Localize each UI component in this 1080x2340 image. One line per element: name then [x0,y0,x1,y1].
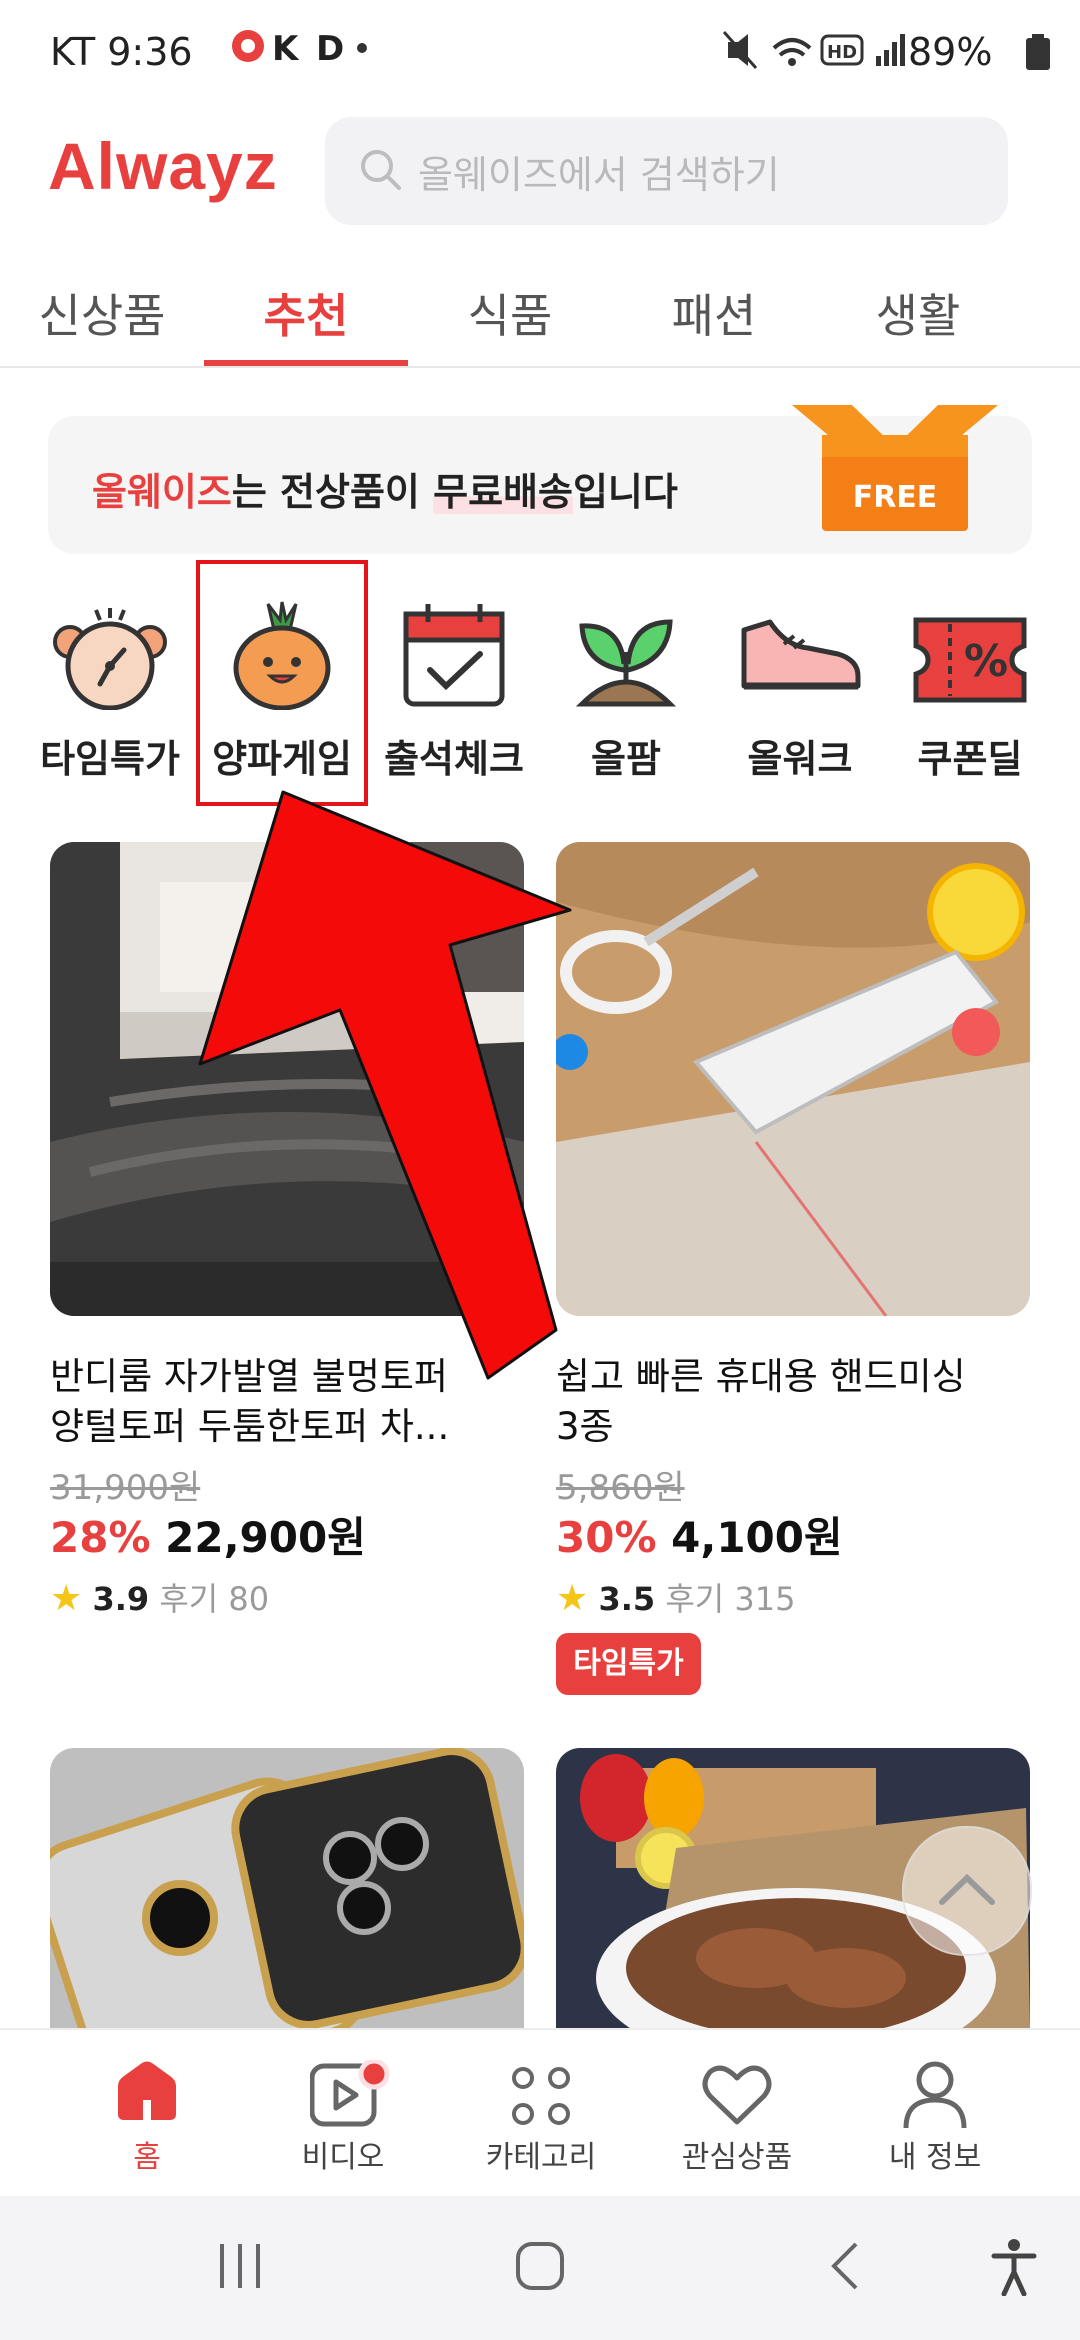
banner-highlight: 무료배송 [433,470,573,514]
battery-percent: 89% [908,30,993,74]
product-title-2[interactable]: 쉽고 빠른 휴대용 핸드미싱 3종 [556,1352,1036,1452]
calendar-check-icon[interactable] [384,600,524,710]
banner-text: 올웨이즈는 전상품이 무료배송입니다 [92,461,678,516]
discount-1: 28% [50,1513,151,1562]
tab-recommend[interactable]: 추천 [216,280,396,346]
star-icon: ★ [556,1578,589,1619]
review-count-1: 후기 80 [159,1580,270,1618]
rating-row-2: ★ 3.5 후기 315 [556,1574,795,1620]
discount-2: 30% [556,1513,657,1562]
recent-apps-icon[interactable] [214,2240,266,2292]
review-count-2: 후기 315 [665,1580,796,1618]
banner-text-mid: 는 전상품이 [231,470,434,514]
sprout-icon[interactable] [556,600,696,710]
banner-text-end: 입니다 [572,470,678,514]
svg-text:%: % [964,636,1008,687]
quick-label-allfarm: 올팜 [591,737,661,781]
price-row-2: 30% 4,100원 [556,1504,843,1565]
back-icon[interactable] [820,2240,872,2292]
battery-icon [1026,34,1050,70]
accessibility-icon[interactable] [990,2238,1038,2296]
product-title-1-line1: 반디룸 자가발열 불멍토퍼 [50,1355,448,1398]
video-icon [310,2060,390,2127]
tab-food[interactable]: 식품 [420,280,600,346]
search-placeholder: 올웨이즈에서 검색하기 [418,153,780,197]
quick-label-attendance: 출석체크 [384,737,524,781]
chevron-up-icon [939,1873,995,1905]
svg-text:K: K [272,29,300,69]
nav-category-label: 카테고리 [485,2140,597,2175]
status-bar: KT 9:36 K D HD 89% [0,0,1080,105]
tab-fashion[interactable]: 패션 [624,280,804,346]
scroll-top-button[interactable] [902,1826,1032,1956]
system-nav-bar [0,2196,1080,2340]
status-app-icons: K D [232,29,367,69]
home-button-icon[interactable] [514,2240,566,2292]
quick-label-time-deal: 타임특가 [40,737,180,781]
quick-label-coupon-deal: 쿠폰딜 [917,737,1023,781]
app-logo[interactable]: Alwayz [48,128,278,204]
tab-living[interactable]: 생활 [828,280,1008,346]
nav-wishlist-label: 관심상품 [681,2140,793,2175]
tab-new[interactable]: 신상품 [12,280,192,346]
product-title-1-line2: 양털토퍼 두툼한토퍼 차... [50,1405,450,1448]
alarm-clock-icon[interactable] [40,600,180,710]
profile-icon [903,2061,967,2129]
product-image-phonecase[interactable] [50,1748,524,2028]
svg-text:D: D [316,29,344,69]
sneaker-icon[interactable] [730,600,870,710]
home-icon [118,2061,176,2120]
original-price-2: 5,860원 [556,1468,685,1508]
product-title-2-line2: 3종 [556,1405,614,1448]
heart-icon [702,2065,772,2125]
search-icon [361,150,401,190]
banner-brand: 올웨이즈 [92,470,232,514]
product-photo-sewing [556,842,1030,1316]
product-photo-topper [50,842,524,1316]
rating-value-1: 3.9 [92,1580,150,1618]
category-icon [512,2067,570,2125]
product-title-1[interactable]: 반디룸 자가발열 불멍토퍼 양털토퍼 두툼한토퍼 차... [50,1352,530,1452]
quick-label-allwalk: 올워크 [747,737,853,781]
annotation-highlight-box [196,560,368,806]
price-row-1: 28% 22,900원 [50,1504,366,1565]
nav-home-label: 홈 [133,2140,161,2175]
rating-row-1: ★ 3.9 후기 80 [50,1574,269,1620]
product-image-sewing[interactable] [556,842,1030,1316]
product-image-topper[interactable] [50,842,524,1316]
nav-video-label: 비디오 [301,2140,385,2175]
star-icon: ★ [50,1578,83,1619]
product-title-2-line1: 쉽고 빠른 휴대용 핸드미싱 [556,1355,966,1398]
free-box-icon: FREE [792,405,998,531]
carrier-time: KT 9:36 [50,30,193,74]
free-badge-text: FREE [853,480,938,515]
coupon-icon[interactable]: % [900,600,1040,710]
sale-price-2: 4,100원 [671,1513,843,1562]
svg-text:HD: HD [827,42,857,63]
original-price-1: 31,900원 [50,1468,201,1508]
rating-value-2: 3.5 [598,1580,656,1618]
time-deal-badge: 타임특가 [556,1633,701,1695]
nav-profile-label: 내 정보 [888,2140,982,2175]
product-photo-phonecase [50,1748,524,2028]
tab-divider [0,366,1080,368]
sale-price-1: 22,900원 [165,1513,366,1562]
